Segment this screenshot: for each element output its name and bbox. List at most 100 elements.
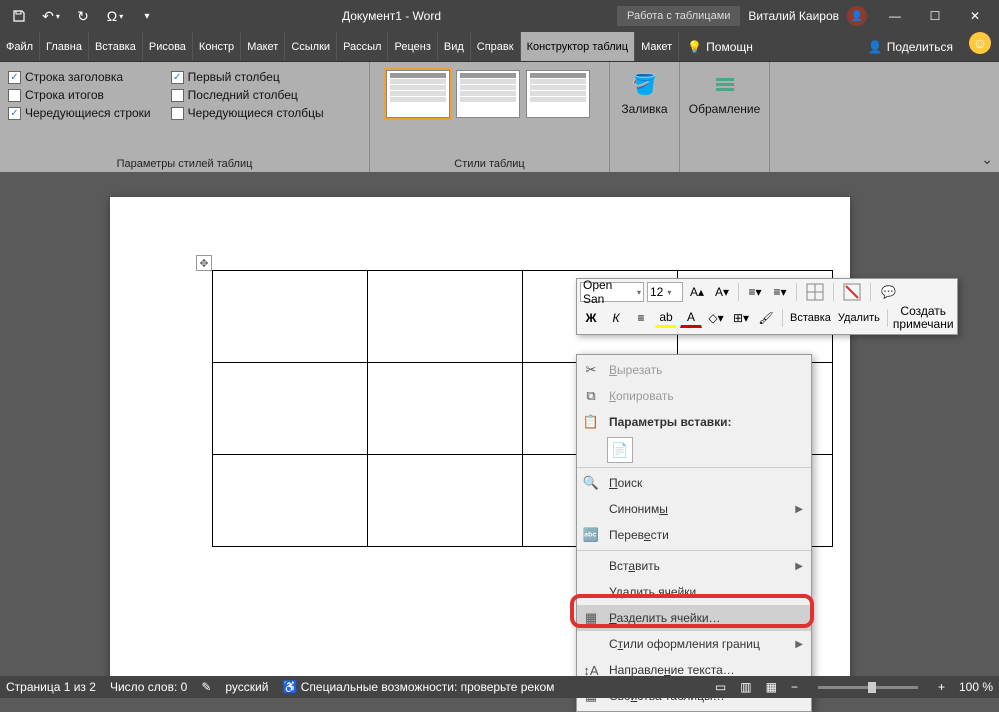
status-accessibility[interactable]: ♿ Специальные возможности: проверьте рек… bbox=[282, 680, 554, 694]
borders-mini-icon[interactable]: ⊞▾ bbox=[730, 308, 752, 328]
grow-font-icon[interactable]: A▴ bbox=[686, 282, 708, 302]
document-area: ✥ bbox=[0, 172, 999, 676]
save-icon[interactable] bbox=[10, 7, 28, 25]
font-color-icon[interactable]: A bbox=[680, 308, 702, 328]
align-icon[interactable]: ≡ bbox=[630, 308, 652, 328]
undo-icon[interactable]: ↶▾ bbox=[42, 7, 60, 25]
ribbon-group-styles: Стили таблиц bbox=[378, 156, 601, 170]
table-style-3[interactable] bbox=[526, 70, 590, 118]
share-button[interactable]: 👤Поделиться bbox=[860, 32, 961, 61]
minimize-button[interactable]: — bbox=[875, 0, 915, 32]
shading-mini-icon[interactable]: ◇▾ bbox=[705, 308, 727, 328]
tab-draw[interactable]: Рисова bbox=[143, 32, 193, 61]
scissors-icon: ✂ bbox=[581, 362, 601, 378]
zoom-out-button[interactable]: − bbox=[791, 680, 798, 694]
check-last-col[interactable]: Последний столбец bbox=[171, 88, 324, 102]
context-menu: ✂Вырезать ⧉Копировать 📋Параметры вставки… bbox=[576, 354, 812, 712]
cm-split-cells[interactable]: ▦Разделить ячейки… bbox=[577, 605, 811, 631]
tab-table-design[interactable]: Конструктор таблиц bbox=[521, 32, 635, 61]
zoom-level[interactable]: 100 % bbox=[959, 680, 993, 694]
quick-access-toolbar: ↶▾ ↻ Ω▾ ▾ bbox=[0, 7, 166, 25]
cm-delete-cells[interactable]: Удалить ячейки… bbox=[577, 579, 811, 605]
table-delete-icon[interactable] bbox=[839, 282, 865, 302]
highlight-icon[interactable]: ab bbox=[655, 308, 677, 328]
view-web-icon[interactable]: ▦ bbox=[766, 680, 777, 694]
cm-search[interactable]: 🔍Поиск bbox=[577, 470, 811, 496]
italic-icon[interactable]: К bbox=[605, 308, 627, 328]
qat-more-icon[interactable]: ▾ bbox=[138, 7, 156, 25]
check-total-row[interactable]: Строка итогов bbox=[8, 88, 151, 102]
tab-home[interactable]: Главна bbox=[40, 32, 89, 61]
new-comment-button[interactable]: 💬 bbox=[876, 282, 901, 302]
translate-icon: 🔤 bbox=[581, 527, 601, 543]
paste-option-icon[interactable]: 📄 bbox=[607, 437, 633, 463]
cm-paste-options: 📄 bbox=[577, 435, 811, 465]
tab-layout[interactable]: Макет bbox=[241, 32, 285, 61]
status-proofing-icon[interactable]: ✎ bbox=[201, 680, 211, 694]
format-painter-icon[interactable]: 🖌 bbox=[755, 308, 777, 328]
feedback-icon[interactable]: ☺ bbox=[969, 32, 991, 54]
table-move-handle[interactable]: ✥ bbox=[196, 255, 212, 271]
bold-icon[interactable]: Ж bbox=[580, 308, 602, 328]
username: Виталий Каиров bbox=[748, 9, 839, 23]
tab-table-layout[interactable]: Макет bbox=[635, 32, 679, 61]
clipboard-icon: 📋 bbox=[581, 414, 601, 430]
table-style-2[interactable] bbox=[456, 70, 520, 118]
status-words[interactable]: Число слов: 0 bbox=[110, 680, 187, 694]
check-first-col[interactable]: ✓Первый столбец bbox=[171, 70, 324, 84]
status-page[interactable]: Страница 1 из 2 bbox=[6, 680, 96, 694]
cm-synonyms[interactable]: Синонимы▶ bbox=[577, 496, 811, 522]
tab-insert[interactable]: Вставка bbox=[89, 32, 143, 61]
shading-button[interactable]: 🪣 Заливка bbox=[611, 66, 677, 120]
tell-me[interactable]: 💡Помощн bbox=[679, 32, 761, 61]
copy-icon: ⧉ bbox=[581, 388, 601, 404]
zoom-slider[interactable] bbox=[818, 686, 918, 689]
delete-label[interactable]: Удалить bbox=[836, 312, 882, 324]
tab-design[interactable]: Констр bbox=[193, 32, 241, 61]
font-size-combo[interactable]: 12▾ bbox=[647, 282, 683, 302]
maximize-button[interactable]: ☐ bbox=[915, 0, 955, 32]
tab-mailings[interactable]: Рассыл bbox=[337, 32, 388, 61]
ribbon-tabs: Файл Главна Вставка Рисова Констр Макет … bbox=[0, 32, 999, 62]
cm-cut[interactable]: ✂Вырезать bbox=[577, 357, 811, 383]
bucket-icon: 🪣 bbox=[631, 70, 659, 98]
view-print-icon[interactable]: ▭ bbox=[715, 680, 726, 694]
view-read-icon[interactable]: ▥ bbox=[740, 680, 751, 694]
table-insert-icon[interactable] bbox=[802, 282, 828, 302]
share-icon: 👤 bbox=[868, 40, 883, 54]
check-header-row[interactable]: ✓Строка заголовка bbox=[8, 70, 151, 84]
cm-translate[interactable]: 🔤Перевести bbox=[577, 522, 811, 548]
bullets-icon[interactable]: ≡▾ bbox=[744, 282, 766, 302]
cm-copy[interactable]: ⧉Копировать bbox=[577, 383, 811, 409]
table-style-1[interactable] bbox=[386, 70, 450, 118]
cm-border-styles[interactable]: Стили оформления границ▶ bbox=[577, 631, 811, 657]
check-banded-cols[interactable]: Чередующиеся столбцы bbox=[171, 106, 324, 120]
redo-icon[interactable]: ↻ bbox=[74, 7, 92, 25]
collapse-ribbon-icon[interactable]: ⌄ bbox=[981, 151, 993, 168]
tab-file[interactable]: Файл bbox=[0, 32, 40, 61]
close-button[interactable]: ✕ bbox=[955, 0, 995, 32]
split-cells-icon: ▦ bbox=[581, 610, 601, 626]
cm-insert[interactable]: Вставить▶ bbox=[577, 553, 811, 579]
tab-review[interactable]: Реценз bbox=[388, 32, 437, 61]
check-banded-rows[interactable]: ✓Чередующиеся строки bbox=[8, 106, 151, 120]
mini-toolbar: Open San▾ 12▾ A▴ A▾ ≡▾ ≡▾ 💬 Ж К ≡ ab A ◇… bbox=[576, 278, 958, 335]
borders-button[interactable]: Обрамление bbox=[679, 66, 770, 120]
tab-references[interactable]: Ссылки bbox=[285, 32, 337, 61]
numbering-icon[interactable]: ≡▾ bbox=[769, 282, 791, 302]
ribbon: ✓Строка заголовка Строка итогов ✓Чередую… bbox=[0, 62, 999, 172]
search-icon: 🔍 bbox=[581, 475, 601, 491]
zoom-in-button[interactable]: + bbox=[938, 680, 945, 694]
symbol-icon[interactable]: Ω▾ bbox=[106, 7, 124, 25]
status-language[interactable]: русский bbox=[225, 680, 268, 694]
avatar[interactable]: 👤 bbox=[847, 6, 867, 26]
accessibility-icon: ♿ bbox=[282, 680, 297, 694]
lightbulb-icon: 💡 bbox=[687, 40, 702, 54]
font-combo[interactable]: Open San▾ bbox=[580, 282, 644, 302]
shrink-font-icon[interactable]: A▾ bbox=[711, 282, 733, 302]
insert-label[interactable]: Вставка bbox=[788, 312, 833, 324]
borders-icon bbox=[711, 70, 739, 98]
tab-view[interactable]: Вид bbox=[438, 32, 471, 61]
table-styles-gallery[interactable] bbox=[378, 66, 601, 122]
tab-help[interactable]: Справк bbox=[471, 32, 521, 61]
